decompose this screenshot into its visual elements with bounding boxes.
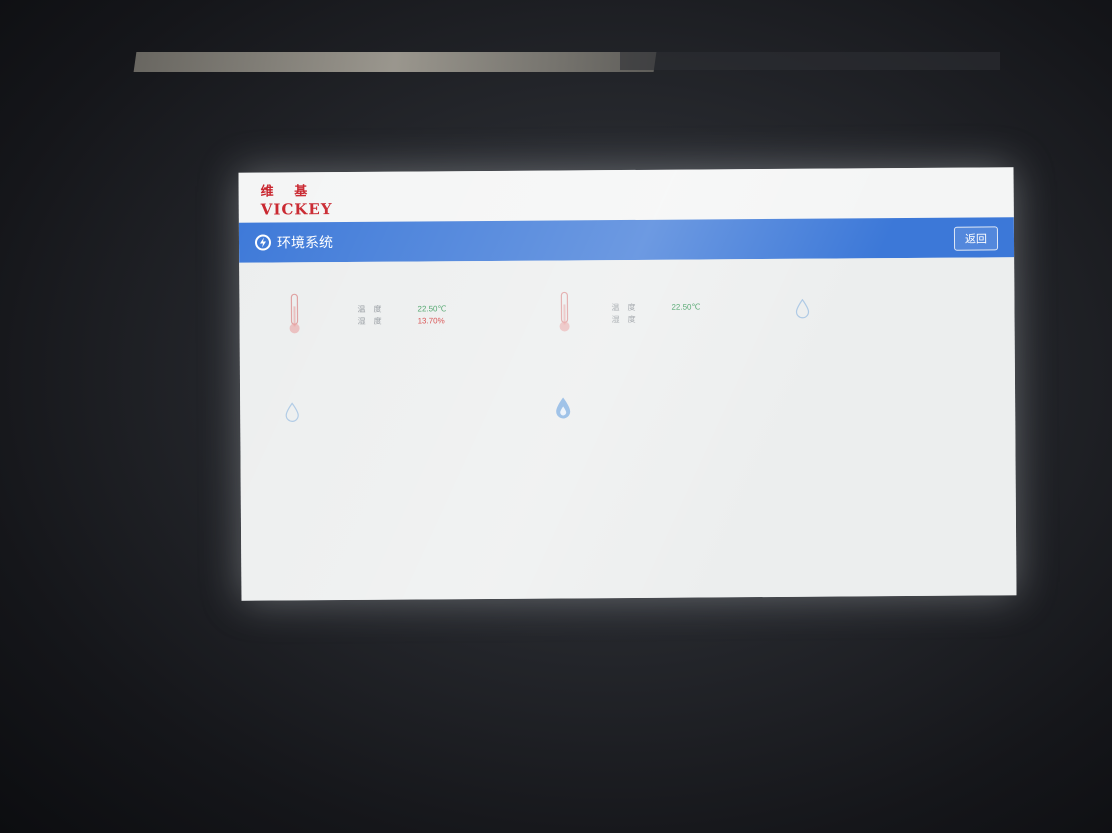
humidity-label: 湿 度: [611, 314, 636, 325]
thermometer-icon: [553, 290, 575, 339]
return-button[interactable]: 返回: [953, 226, 999, 251]
temperature-row: 温 度 22.50℃: [357, 303, 446, 316]
device-water-leak-2[interactable]: [280, 401, 490, 452]
device-readings: 温 度 22.50℃ 湿 度 13.70%: [357, 303, 446, 328]
water-drop-icon: [794, 298, 810, 324]
page-titlebar: 环境系统 返回: [238, 217, 1015, 263]
device-readings: 温 度 22.50℃ 湿 度: [611, 301, 700, 326]
logo-chinese: 维 基: [260, 184, 316, 200]
thermometer-icon: [283, 292, 305, 341]
bezel-edge: [620, 52, 1000, 70]
logo-english: VICKEY: [260, 200, 333, 219]
temperature-row: 温 度 22.50℃: [611, 301, 700, 314]
humidity-value: 13.70%: [417, 316, 445, 326]
temperature-label: 温 度: [357, 304, 382, 314]
vickey-logo: 维 基 VICKEY: [260, 180, 333, 219]
bezel-reflection: [133, 52, 657, 72]
app-header: 维 基 VICKEY: [238, 167, 1014, 223]
device-water-leak-1[interactable]: [784, 297, 1004, 349]
temperature-value: 22.50℃: [671, 302, 701, 312]
device-temp-humidity-2[interactable]: 温 度 22.50℃ 湿 度: [539, 289, 749, 360]
water-drop-icon: [284, 402, 300, 427]
lightning-icon: [254, 234, 272, 251]
temperature-value: 22.50℃: [417, 304, 447, 314]
monitor-screen: 维 基 VICKEY 环境系统 返回 温 度 22.50℃ 湿 度 13.70%…: [238, 167, 1017, 601]
humidity-row: 湿 度: [612, 313, 701, 326]
humidity-row: 湿 度 13.70%: [358, 315, 447, 328]
device-panel: 温 度 22.50℃ 湿 度 13.70% 温 度 22.50℃ 湿 度: [239, 257, 1017, 601]
humidity-label: 湿 度: [357, 316, 382, 326]
page-title: 环境系统: [276, 234, 334, 251]
device-temp-humidity-1[interactable]: 温 度 22.50℃ 湿 度 13.70%: [269, 291, 479, 362]
device-smoke[interactable]: [545, 395, 755, 450]
fire-drop-icon: [553, 396, 573, 425]
temperature-label: 温 度: [611, 302, 636, 313]
